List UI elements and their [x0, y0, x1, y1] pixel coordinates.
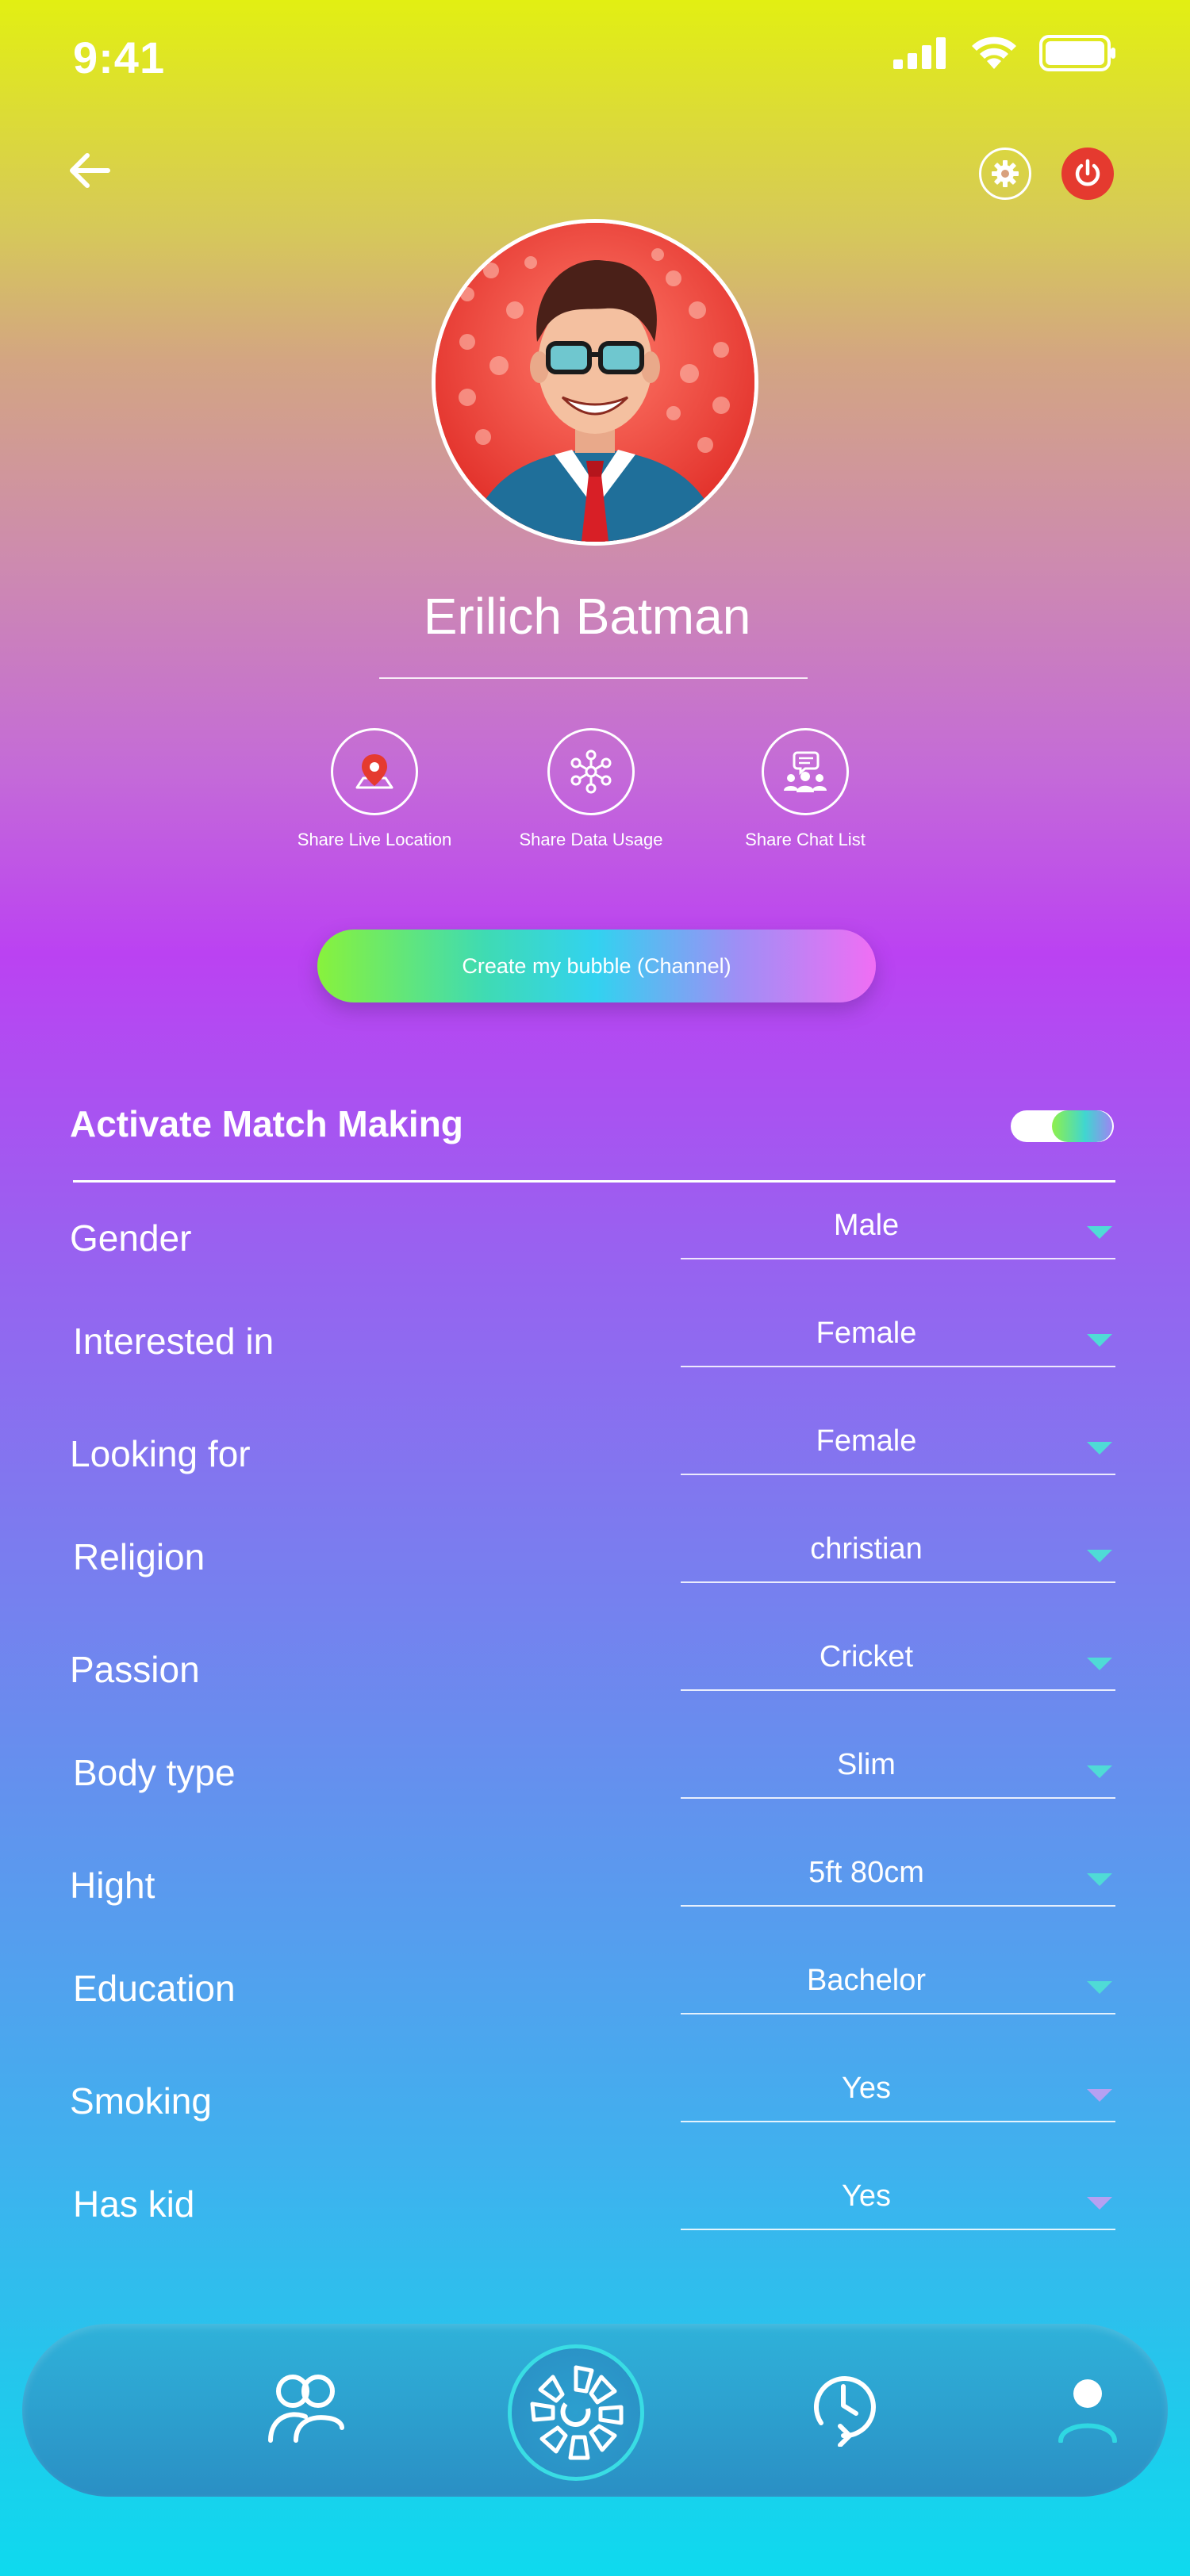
interested-in-value: Female: [816, 1317, 917, 1350]
field-label-body-type: Body type: [73, 1752, 236, 1793]
share-data-usage-button[interactable]: Share Data Usage: [496, 728, 686, 850]
chevron-down-icon: [1087, 2089, 1112, 2102]
bubble-wheel-icon: [530, 2365, 624, 2460]
match-making-title: Activate Match Making: [70, 1103, 463, 1144]
wifi-icon: [972, 36, 1016, 69]
name-divider: [379, 677, 808, 679]
network-icon: [570, 749, 612, 794]
field-label-smoking: Smoking: [70, 2080, 212, 2122]
field-label-has-kid: Has kid: [73, 2183, 195, 2225]
smoking-select[interactable]: Yes: [681, 2072, 1115, 2122]
share-live-location-button[interactable]: Share Live Location: [279, 728, 470, 850]
history-icon: [813, 2376, 876, 2447]
share-chat-list-circle: [762, 728, 849, 815]
religion-select[interactable]: christian: [681, 1532, 1115, 1583]
status-icons: [893, 35, 1117, 71]
back-button[interactable]: [65, 146, 114, 195]
share-live-location-label: Share Live Location: [297, 830, 452, 849]
settings-button[interactable]: [979, 148, 1031, 200]
field-label-education: Education: [73, 1968, 236, 2009]
chevron-down-icon: [1087, 1442, 1112, 1455]
profile-icon: [1058, 2379, 1117, 2443]
avatar[interactable]: [432, 219, 758, 546]
education-select[interactable]: Bachelor: [681, 1964, 1115, 2014]
power-button[interactable]: [1061, 148, 1114, 200]
looking-for-select[interactable]: Female: [681, 1424, 1115, 1475]
share-data-usage-label: Share Data Usage: [519, 830, 663, 849]
field-label-religion: Religion: [73, 1536, 205, 1577]
arrow-left-icon: [70, 153, 110, 188]
chevron-down-icon: [1087, 1334, 1112, 1347]
field-label-gender: Gender: [70, 1217, 192, 1259]
has-kid-value: Yes: [842, 2179, 891, 2213]
nav-bubble[interactable]: [508, 2344, 644, 2481]
smoking-value: Yes: [842, 2072, 891, 2105]
chat-group-icon: [784, 751, 827, 792]
nav-history[interactable]: [800, 2363, 887, 2451]
gear-icon: [992, 160, 1019, 187]
hight-value: 5ft 80cm: [808, 1856, 924, 1889]
share-chat-list-label: Share Chat List: [745, 830, 866, 849]
chevron-down-icon: [1087, 1873, 1112, 1886]
battery-icon: [1039, 35, 1115, 71]
chevron-down-icon: [1087, 1550, 1112, 1562]
field-label-looking-for: Looking for: [70, 1433, 251, 1474]
chevron-down-icon: [1087, 1226, 1112, 1239]
passion-select[interactable]: Cricket: [681, 1640, 1115, 1691]
cellular-signal-icon: [893, 37, 946, 69]
passion-value: Cricket: [819, 1640, 914, 1673]
match-making-divider: [73, 1180, 1115, 1183]
share-live-location-circle: [331, 728, 418, 815]
field-label-passion: Passion: [70, 1649, 200, 1690]
chevron-down-icon: [1087, 1658, 1112, 1670]
create-bubble-button[interactable]: Create my bubble (Channel): [317, 930, 876, 1002]
avatar-illustration: [436, 223, 754, 542]
interested-in-select[interactable]: Female: [681, 1317, 1115, 1367]
location-pin-icon: [355, 754, 393, 789]
chevron-down-icon: [1087, 2197, 1112, 2210]
hight-select[interactable]: 5ft 80cm: [681, 1856, 1115, 1907]
nav-friends[interactable]: [262, 2363, 349, 2451]
friends-icon: [268, 2375, 344, 2443]
gender-select[interactable]: Male: [681, 1209, 1115, 1259]
field-label-interested-in: Interested in: [73, 1321, 274, 1362]
gender-value: Male: [833, 1209, 900, 1242]
has-kid-select[interactable]: Yes: [681, 2179, 1115, 2230]
body-type-value: Slim: [837, 1748, 896, 1781]
profile-name: Erilich Batman: [423, 588, 751, 645]
share-chat-list-button[interactable]: Share Chat List: [710, 728, 900, 850]
education-value: Bachelor: [807, 1964, 926, 1997]
toggle-knob: [1052, 1110, 1112, 1142]
power-icon: [1075, 159, 1100, 186]
share-data-usage-circle: [547, 728, 635, 815]
looking-for-value: Female: [816, 1424, 917, 1458]
chevron-down-icon: [1087, 1981, 1112, 1994]
match-making-toggle[interactable]: [1011, 1110, 1114, 1142]
status-time: 9:41: [73, 33, 166, 82]
nav-profile[interactable]: [1044, 2363, 1131, 2451]
body-type-select[interactable]: Slim: [681, 1748, 1115, 1799]
religion-value: christian: [810, 1532, 923, 1566]
chevron-down-icon: [1087, 1765, 1112, 1778]
field-label-hight: Hight: [70, 1865, 155, 1906]
